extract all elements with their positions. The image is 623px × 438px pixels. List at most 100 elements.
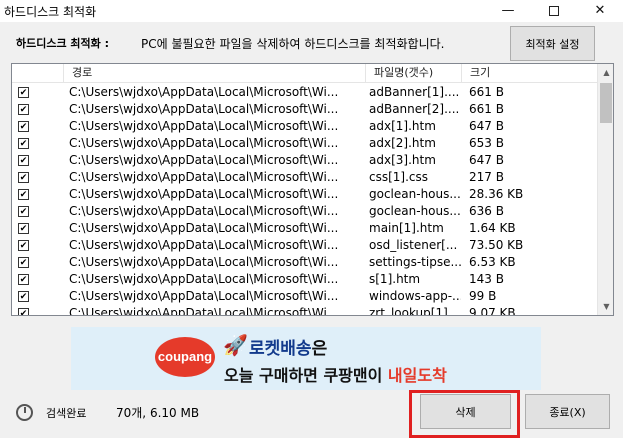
ad-banner[interactable]: coupang 🚀 로켓배송은 오늘 구매하면 쿠팡맨이 내일도착 [71,327,541,390]
row-filename: main[1].htm [369,221,444,235]
delete-button[interactable]: 삭제 [420,394,511,429]
title-bar: 하드디스크 최적화 — ✕ [0,0,623,22]
row-size: 661 B [469,85,504,99]
row-path: C:\Users\wjdxo\AppData\Local\Microsoft\W… [69,170,339,184]
row-size: 6.53 KB [469,255,516,269]
row-filename: goclean-hous... [369,204,461,218]
table-row[interactable]: ✔ C:\Users\wjdxo\AppData\Local\Microsoft\… [12,271,597,288]
row-path: C:\Users\wjdxo\AppData\Local\Microsoft\W… [69,85,339,99]
row-filename: adBanner[1].... [369,85,460,99]
row-path: C:\Users\wjdxo\AppData\Local\Microsoft\W… [69,289,339,303]
row-size: 28.36 KB [469,187,524,201]
row-size: 653 B [469,136,504,150]
row-filename: adx[3].htm [369,153,436,167]
header-label: 하드디스크 최적화 : [16,37,110,50]
table-row[interactable]: ✔ C:\Users\wjdxo\AppData\Local\Microsoft\… [12,101,597,118]
table-row[interactable]: ✔ C:\Users\wjdxo\AppData\Local\Microsoft\… [12,220,597,237]
column-header-filename[interactable]: 파일명(갯수) [366,64,462,83]
maximize-button[interactable] [531,0,577,22]
table-row[interactable]: ✔ C:\Users\wjdxo\AppData\Local\Microsoft\… [12,254,597,271]
ad-headline: 로켓배송은 [249,334,327,359]
row-size: 9.07 KB [469,306,516,316]
row-filename: adx[2].htm [369,136,436,150]
exit-button[interactable]: 종료(X) [525,394,610,429]
file-list[interactable]: 경로 파일명(갯수) 크기 ✔ C:\Users\wjdxo\AppData\Lo… [11,63,614,316]
table-row[interactable]: ✔ C:\Users\wjdxo\AppData\Local\Microsoft\… [12,203,597,220]
row-checkbox[interactable]: ✔ [18,257,29,268]
vertical-scrollbar[interactable]: ▲ ▼ [597,64,613,315]
maximize-icon [549,6,559,16]
row-path: C:\Users\wjdxo\AppData\Local\Microsoft\W… [69,238,339,252]
table-row[interactable]: ✔ C:\Users\wjdxo\AppData\Local\Microsoft\… [12,186,597,203]
row-checkbox[interactable]: ✔ [18,223,29,234]
ad-headline-suffix: 은 [311,339,328,359]
row-filename: css[1].css [369,170,429,184]
scroll-down-icon[interactable]: ▼ [598,298,613,315]
header-description: PC에 불필요한 파일을 삭제하여 하드디스크를 최적화합니다. [141,37,445,51]
table-row[interactable]: ✔ C:\Users\wjdxo\AppData\Local\Microsoft\… [12,84,597,101]
list-header: 경로 파일명(갯수) 크기 [12,64,597,83]
ad-subline-prefix: 오늘 구매하면 쿠팡맨이 [224,366,388,385]
column-header-path[interactable]: 경로 [64,64,366,83]
row-checkbox[interactable]: ✔ [18,155,29,166]
row-path: C:\Users\wjdxo\AppData\Local\Microsoft\W… [69,272,339,286]
row-size: 647 B [469,153,504,167]
row-path: C:\Users\wjdxo\AppData\Local\Microsoft\W… [69,119,339,133]
row-filename: adBanner[2].... [369,102,460,116]
rocket-icon: 🚀 [223,333,248,357]
row-filename: goclean-hous... [369,187,461,201]
row-path: C:\Users\wjdxo\AppData\Local\Microsoft\W… [69,153,339,167]
list-rows: ✔ C:\Users\wjdxo\AppData\Local\Microsoft\… [12,84,597,316]
row-size: 647 B [469,119,504,133]
close-icon: ✕ [594,3,606,18]
row-checkbox[interactable]: ✔ [18,172,29,183]
row-size: 217 B [469,170,504,184]
row-checkbox[interactable]: ✔ [18,274,29,285]
table-row[interactable]: ✔ C:\Users\wjdxo\AppData\Local\Microsoft\… [12,169,597,186]
row-checkbox[interactable]: ✔ [18,87,29,98]
row-checkbox[interactable]: ✔ [18,121,29,132]
scroll-thumb[interactable] [600,83,612,123]
row-path: C:\Users\wjdxo\AppData\Local\Microsoft\W… [69,221,339,235]
table-row[interactable]: ✔ C:\Users\wjdxo\AppData\Local\Microsoft\… [12,305,597,316]
status-label: 검색완료 [46,407,87,420]
scroll-up-icon[interactable]: ▲ [598,64,613,81]
minimize-button[interactable]: — [485,0,531,22]
status-count: 70개, 6.10 MB [116,406,200,420]
row-path: C:\Users\wjdxo\AppData\Local\Microsoft\W… [69,136,339,150]
row-checkbox[interactable]: ✔ [18,240,29,251]
row-size: 73.50 KB [469,238,524,252]
row-filename: s[1].htm [369,272,421,286]
ad-subline-accent: 내일도착 [387,366,447,385]
row-path: C:\Users\wjdxo\AppData\Local\Microsoft\W… [69,255,339,269]
row-checkbox[interactable]: ✔ [18,206,29,217]
table-row[interactable]: ✔ C:\Users\wjdxo\AppData\Local\Microsoft\… [12,288,597,305]
row-checkbox[interactable]: ✔ [18,138,29,149]
table-row[interactable]: ✔ C:\Users\wjdxo\AppData\Local\Microsoft\… [12,118,597,135]
row-checkbox[interactable]: ✔ [18,291,29,302]
table-row[interactable]: ✔ C:\Users\wjdxo\AppData\Local\Microsoft\… [12,135,597,152]
row-filename: settings-tipse... [369,255,461,269]
ad-headline-highlight: 로켓배송 [249,339,312,359]
ad-subline: 오늘 구매하면 쿠팡맨이 내일도착 [224,362,447,386]
optimize-settings-button[interactable]: 최적화 설정 [510,26,595,61]
row-filename: zrt_lookup[1].... [369,306,461,316]
close-button[interactable]: ✕ [577,0,623,22]
window-title: 하드디스크 최적화 [4,5,97,19]
table-row[interactable]: ✔ C:\Users\wjdxo\AppData\Local\Microsoft\… [12,237,597,254]
table-row[interactable]: ✔ C:\Users\wjdxo\AppData\Local\Microsoft\… [12,152,597,169]
row-filename: windows-app-... [369,289,461,303]
column-header-check[interactable] [12,64,64,83]
row-checkbox[interactable]: ✔ [18,189,29,200]
column-header-size[interactable]: 크기 [462,64,597,83]
row-size: 636 B [469,204,504,218]
stopwatch-icon [16,404,33,421]
row-size: 1.64 KB [469,221,516,235]
row-size: 143 B [469,272,504,286]
row-filename: osd_listener[... [369,238,458,252]
row-checkbox[interactable]: ✔ [18,104,29,115]
row-path: C:\Users\wjdxo\AppData\Local\Microsoft\W… [69,102,339,116]
row-path: C:\Users\wjdxo\AppData\Local\Microsoft\W… [69,204,339,218]
row-checkbox[interactable]: ✔ [18,308,29,315]
row-size: 99 B [469,289,497,303]
